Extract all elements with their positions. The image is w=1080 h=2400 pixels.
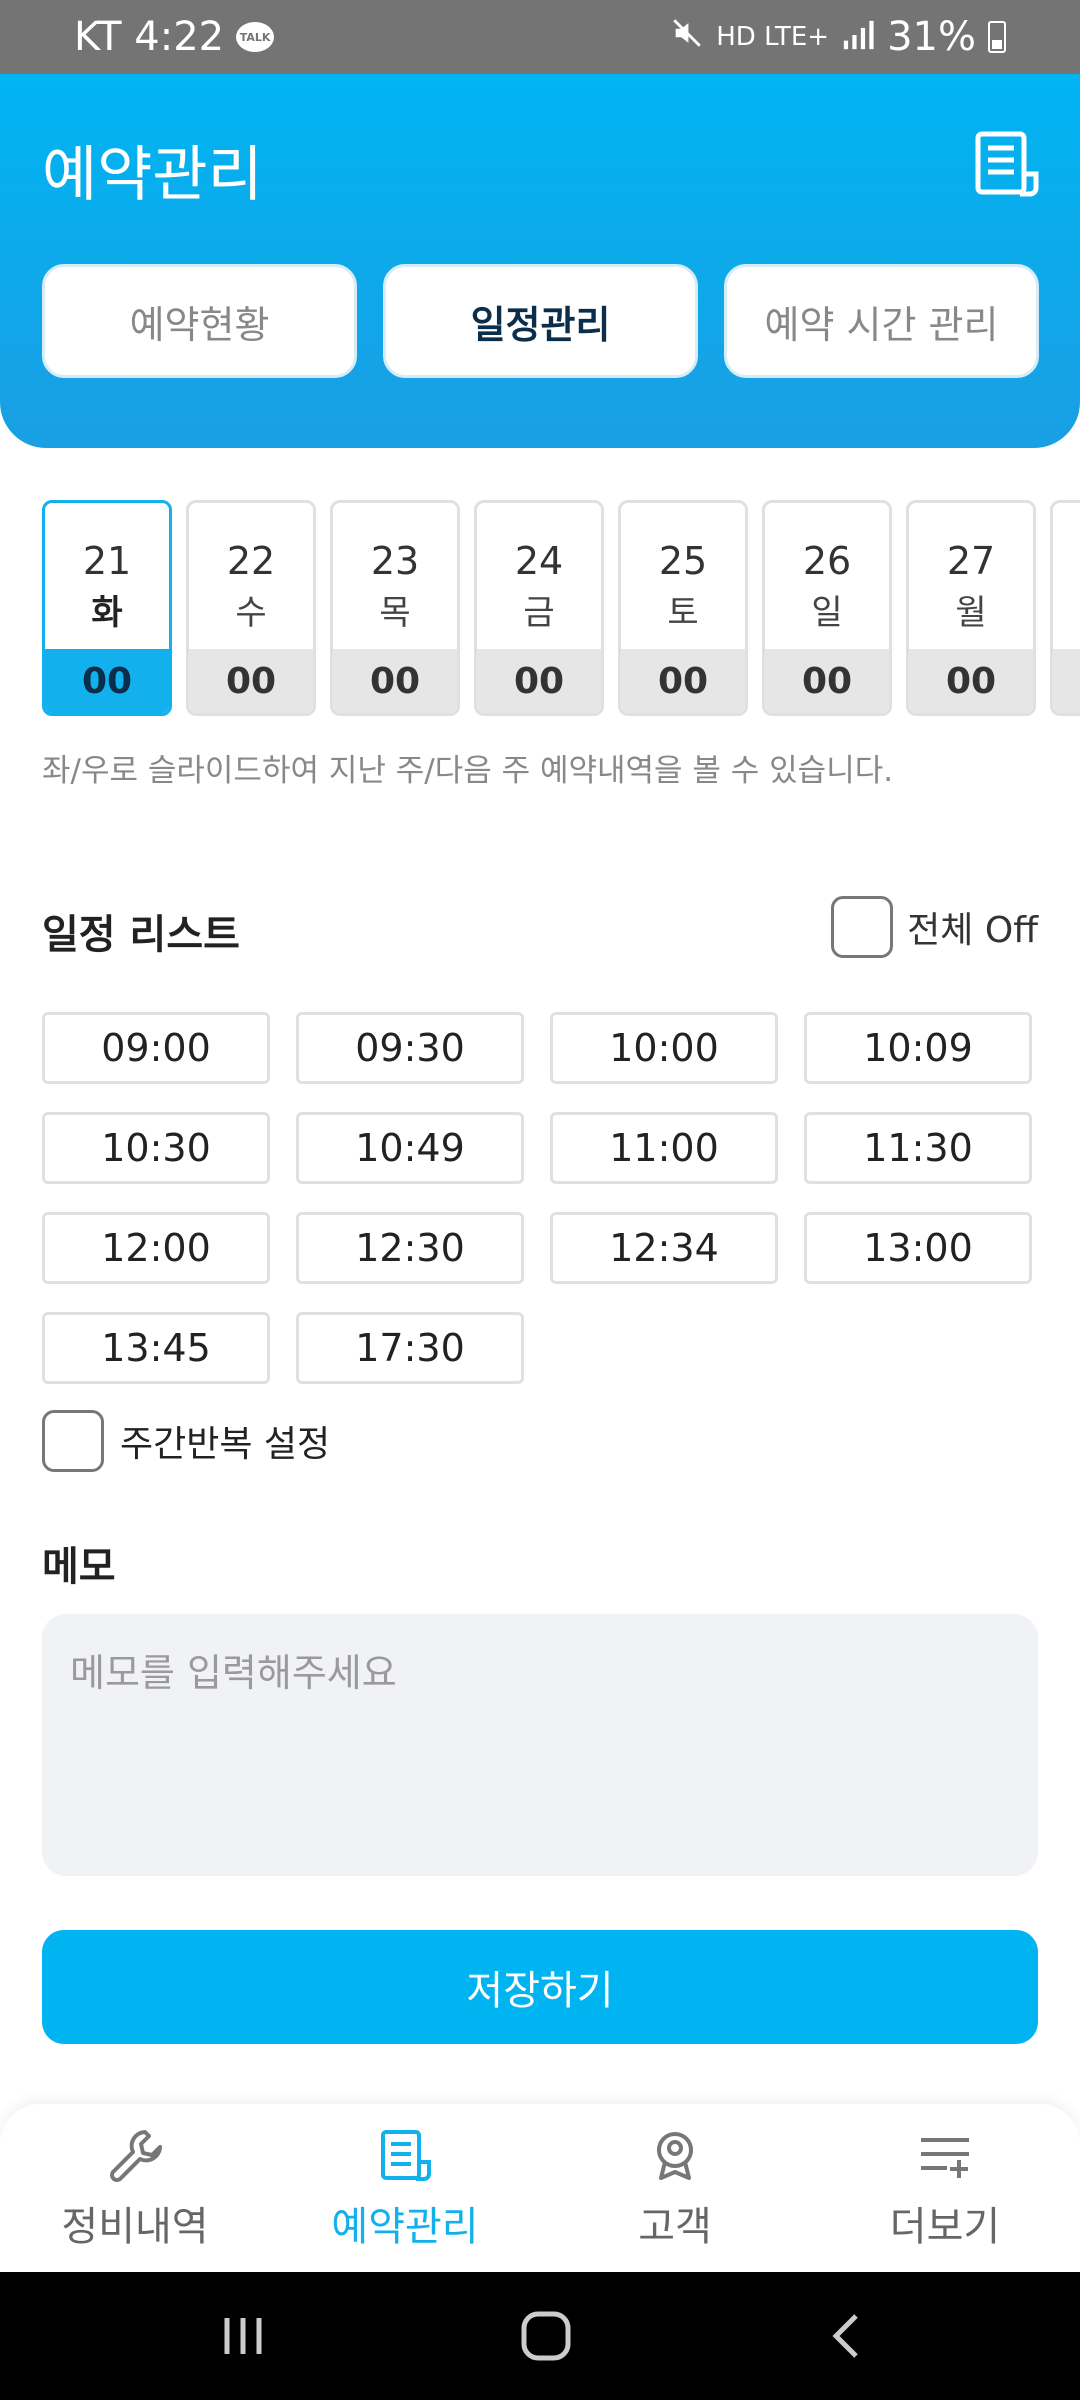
- day-number: 27: [946, 539, 996, 583]
- day-count-empty: [1053, 649, 1080, 713]
- time-slot[interactable]: 09:00: [42, 1012, 270, 1084]
- time-slot[interactable]: 12:00: [42, 1212, 270, 1284]
- nav-reservation-management[interactable]: 예약관리: [270, 2104, 540, 2272]
- day-card[interactable]: 21 화 00: [42, 500, 172, 716]
- day-count: 00: [909, 649, 1033, 713]
- day-card[interactable]: 26 일 00: [762, 500, 892, 716]
- mute-icon: [670, 14, 704, 60]
- network-type: HD LTE+: [716, 22, 830, 52]
- save-button[interactable]: 저장하기: [42, 1930, 1038, 2044]
- bottom-nav: 정비내역 예약관리 고객 더보기: [0, 2104, 1080, 2272]
- header: 예약관리 예약현황 일정관리 예약 시간 관리: [0, 74, 1080, 448]
- nav-maintenance-history[interactable]: 정비내역: [0, 2104, 270, 2272]
- memo-input[interactable]: [42, 1614, 1038, 1876]
- talk-icon: TALK: [236, 22, 275, 52]
- weekly-repeat-checkbox[interactable]: [42, 1410, 104, 1472]
- memo-title: 메모: [42, 1544, 116, 1590]
- page-title: 예약관리: [42, 140, 263, 210]
- time-slot[interactable]: 10:30: [42, 1112, 270, 1184]
- day-of-week: 수: [235, 593, 267, 633]
- day-of-week: 토: [667, 593, 699, 633]
- document-icon: [381, 2130, 431, 2181]
- all-off-toggle[interactable]: 전체 Off: [831, 896, 1038, 958]
- day-count: 00: [765, 649, 889, 713]
- time-slot[interactable]: 17:30: [296, 1312, 524, 1384]
- swipe-hint: 좌/우로 슬라이드하여 지난 주/다음 주 예약내역을 볼 수 있습니다.: [42, 753, 894, 789]
- weekly-repeat-label: 주간반복 설정: [120, 1424, 331, 1465]
- top-tabs: 예약현황 일정관리 예약 시간 관리: [42, 264, 1039, 378]
- time-slot[interactable]: 13:00: [804, 1212, 1032, 1284]
- day-number: 24: [514, 539, 564, 583]
- time-slot[interactable]: 12:34: [550, 1212, 778, 1284]
- day-count: 00: [477, 649, 601, 713]
- nav-label: 더보기: [889, 2204, 1001, 2250]
- wrench-icon: [110, 2130, 162, 2182]
- battery-icon: [988, 21, 1006, 53]
- nav-customer[interactable]: 고객: [540, 2104, 810, 2272]
- nav-more[interactable]: 더보기: [810, 2104, 1080, 2272]
- day-of-week: 일: [811, 593, 843, 633]
- day-card[interactable]: 24 금 00: [474, 500, 604, 716]
- more-list-icon: [921, 2138, 969, 2178]
- time-slot[interactable]: 10:09: [804, 1012, 1032, 1084]
- battery-level: 31%: [887, 14, 976, 60]
- day-number: 25: [658, 539, 708, 583]
- tab-reservation-time-management[interactable]: 예약 시간 관리: [724, 264, 1039, 378]
- day-of-week: 목: [379, 593, 411, 633]
- all-off-checkbox[interactable]: [831, 896, 894, 958]
- system-nav-bar: [0, 2272, 1080, 2400]
- day-count: 00: [333, 649, 457, 713]
- signal-icon: [841, 14, 875, 60]
- day-number: 26: [802, 539, 852, 583]
- time-slot[interactable]: 10:00: [550, 1012, 778, 1084]
- recent-apps-icon[interactable]: [213, 2306, 273, 2366]
- day-of-week: 금: [523, 593, 555, 633]
- tab-reservation-status[interactable]: 예약현황: [42, 264, 357, 378]
- nav-label: 고객: [638, 2204, 712, 2250]
- document-list-icon[interactable]: [972, 130, 1040, 198]
- time-slot[interactable]: 13:45: [42, 1312, 270, 1384]
- day-count: 00: [189, 649, 313, 713]
- day-card[interactable]: 25 토 00: [618, 500, 748, 716]
- status-bar: KT 4:22 TALK HD LTE+ 31%: [0, 0, 1080, 74]
- day-of-week: 월: [955, 593, 987, 633]
- day-count: 00: [45, 649, 169, 713]
- schedule-list-title: 일정 리스트: [42, 912, 240, 958]
- time-slot[interactable]: 12:30: [296, 1212, 524, 1284]
- time-slot[interactable]: 11:30: [804, 1112, 1032, 1184]
- day-selector[interactable]: 21 화 00 22 수 00 23 목 00 24 금 00 25 토 00 …: [42, 500, 1080, 716]
- day-of-week: 화: [91, 593, 123, 633]
- carrier-time: KT 4:22: [74, 14, 225, 60]
- nav-label: 예약관리: [331, 2204, 479, 2250]
- day-card[interactable]: 27 월 00: [906, 500, 1036, 716]
- day-card-next-partial[interactable]: [1050, 500, 1080, 716]
- time-slot[interactable]: 10:49: [296, 1112, 524, 1184]
- day-card[interactable]: 22 수 00: [186, 500, 316, 716]
- time-slot-grid: 09:00 09:30 10:00 10:09 10:30 10:49 11:0…: [42, 1012, 1038, 1384]
- day-card[interactable]: 23 목 00: [330, 500, 460, 716]
- day-number: 21: [82, 539, 132, 583]
- nav-label: 정비내역: [61, 2204, 209, 2250]
- time-slot[interactable]: 11:00: [550, 1112, 778, 1184]
- time-slot[interactable]: 09:30: [296, 1012, 524, 1084]
- tab-schedule-management[interactable]: 일정관리: [383, 264, 698, 378]
- day-number: 22: [226, 539, 276, 583]
- day-number: 23: [370, 539, 420, 583]
- all-off-label: 전체 Off: [907, 910, 1038, 951]
- weekly-repeat-toggle[interactable]: 주간반복 설정: [42, 1410, 330, 1472]
- day-count: 00: [621, 649, 745, 713]
- home-icon[interactable]: [516, 2306, 576, 2366]
- customer-icon: [657, 2132, 693, 2180]
- back-icon[interactable]: [818, 2306, 878, 2366]
